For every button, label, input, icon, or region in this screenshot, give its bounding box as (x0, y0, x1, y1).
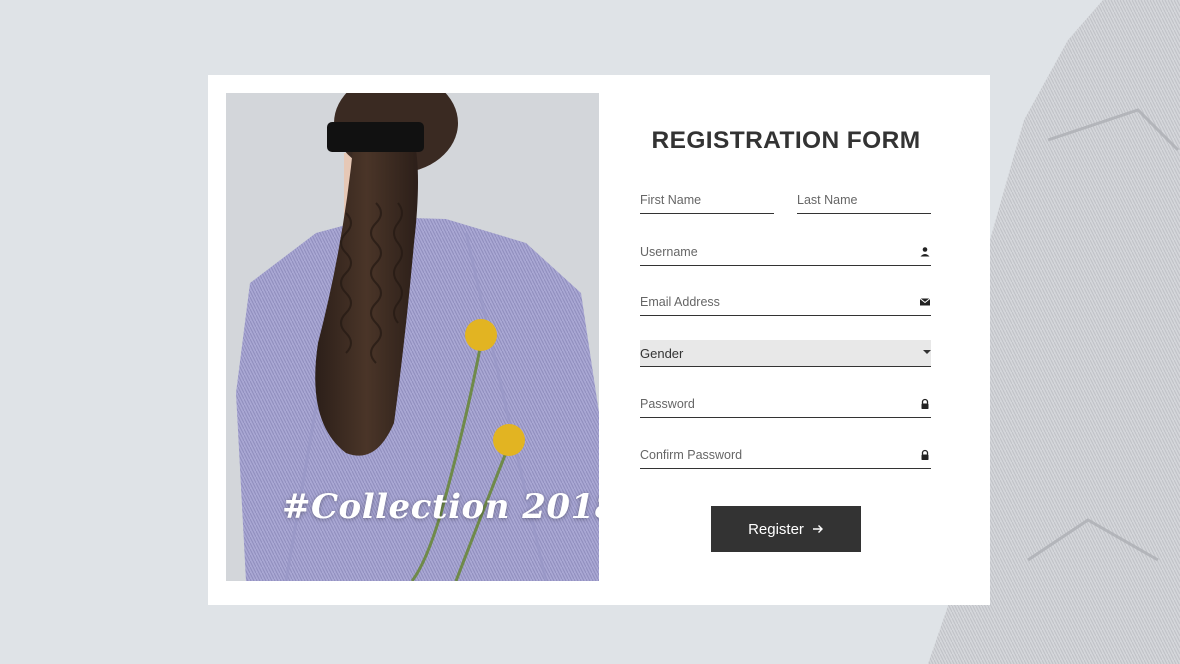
arrow-right-icon (812, 525, 823, 533)
username-field-wrapper (640, 239, 931, 266)
first-name-input[interactable] (640, 187, 774, 213)
email-field-wrapper (640, 289, 931, 316)
username-input[interactable] (640, 239, 931, 265)
registration-card: #Collection 2018 REGISTRATION FORM Gen (208, 75, 990, 605)
gender-selected-value: Gender (640, 346, 684, 361)
last-name-input[interactable] (797, 187, 931, 213)
last-name-field-wrapper (797, 187, 931, 214)
collection-caption: #Collection 2018 (282, 487, 599, 527)
gender-select[interactable]: Gender (640, 340, 931, 367)
confirm-password-field-wrapper (640, 442, 931, 469)
envelope-icon (919, 298, 931, 306)
form-title: REGISTRATION FORM (651, 127, 921, 154)
password-input[interactable] (640, 391, 931, 417)
lock-icon (921, 449, 929, 460)
confirm-password-input[interactable] (640, 442, 931, 468)
register-button[interactable]: Register (711, 506, 861, 552)
first-name-field-wrapper (640, 187, 774, 214)
collection-photo: #Collection 2018 (226, 93, 599, 581)
lock-icon (921, 398, 929, 409)
registration-form: REGISTRATION FORM Gender (640, 75, 932, 605)
register-button-label: Register (748, 520, 804, 538)
email-input[interactable] (640, 289, 931, 315)
password-field-wrapper (640, 391, 931, 418)
user-icon (920, 247, 930, 257)
caret-down-icon (923, 350, 931, 354)
